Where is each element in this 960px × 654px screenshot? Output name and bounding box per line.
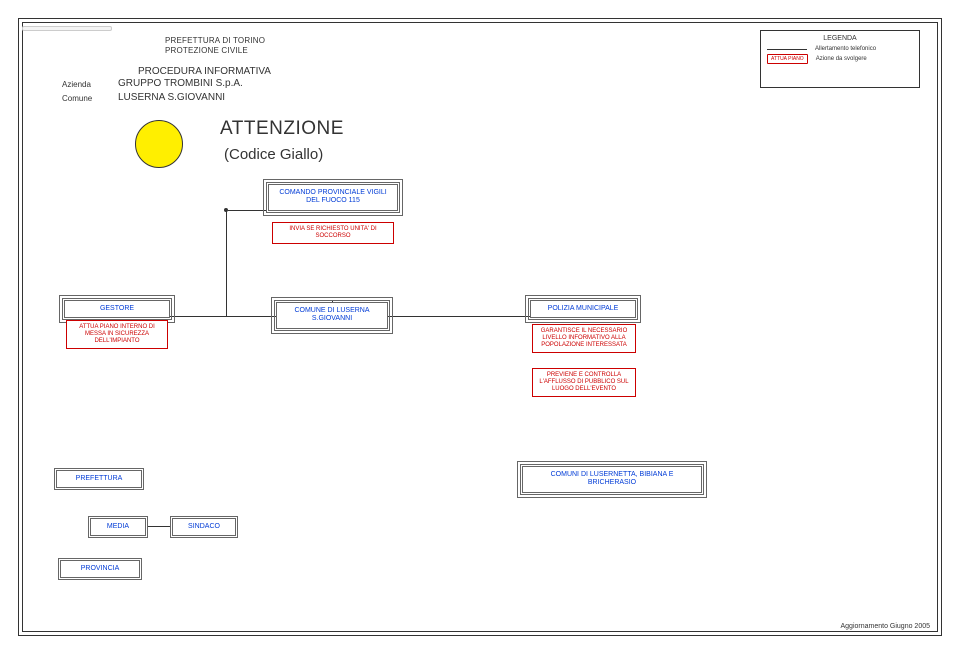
polizia-box: POLIZIA MUNICIPALE xyxy=(530,300,636,318)
page-title: ATTENZIONE xyxy=(220,118,344,140)
protezione-line: PROTEZIONE CIVILE xyxy=(165,46,265,56)
top-handle xyxy=(22,26,112,31)
comune-value: LUSERNA S.GIOVANNI xyxy=(118,92,225,103)
polizia-action-a: GARANTISCE IL NECESSARIO LIVELLO INFORMA… xyxy=(532,324,636,353)
polizia-action-b: PREVIENE E CONTROLLA L'AFFLUSSO DI PUBBL… xyxy=(532,368,636,397)
gestore-box: GESTORE xyxy=(64,300,170,318)
soccorso-action: INVIA SE RICHIESTO UNITA' DI SOCCORSO xyxy=(272,222,394,244)
legend-title: LEGENDA xyxy=(767,35,913,42)
header-block: PREFETTURA DI TORINO PROTEZIONE CIVILE xyxy=(165,36,265,56)
yellow-circle-icon xyxy=(135,120,183,168)
footer-text: Aggiornamento Giugno 2005 xyxy=(840,623,930,630)
comune-box: COMUNE DI LUSERNA S.GIOVANNI xyxy=(276,302,388,329)
legend-pill: ATTUA PIANO xyxy=(767,54,808,64)
origin-vert xyxy=(226,210,227,316)
provincia-box: PROVINCIA xyxy=(60,560,140,578)
legend-action-text: Azione da svolgere xyxy=(816,56,867,62)
comune-label: Comune xyxy=(62,94,92,103)
page-subtitle: (Codice Giallo) xyxy=(224,146,323,163)
procedura-label: PROCEDURA INFORMATIVA xyxy=(138,66,271,77)
azienda-value: GRUPPO TROMBINI S.p.A. xyxy=(118,78,243,89)
media-sindaco-line xyxy=(148,526,170,527)
origin-to-cmd xyxy=(228,210,266,211)
prefettura-box: PREFETTURA xyxy=(56,470,142,488)
gestore-action: ATTUA PIANO INTERNO DI MESSA IN SICUREZZ… xyxy=(66,320,168,349)
media-box: MEDIA xyxy=(90,518,146,536)
prefettura-line: PREFETTURA DI TORINO xyxy=(165,36,265,46)
legend-box: LEGENDA Allertamento telefonico ATTUA PI… xyxy=(760,30,920,88)
comando-box: COMANDO PROVINCIALE VIGILI DEL FUOCO 115 xyxy=(268,184,398,211)
legend-phone-text: Allertamento telefonico xyxy=(815,46,876,52)
azienda-label: Azienda xyxy=(62,80,91,89)
comuni-box: COMUNI DI LUSERNETTA, BIBIANA E BRICHERA… xyxy=(522,466,702,493)
legend-line-icon xyxy=(767,49,807,50)
sindaco-box: SINDACO xyxy=(172,518,236,536)
